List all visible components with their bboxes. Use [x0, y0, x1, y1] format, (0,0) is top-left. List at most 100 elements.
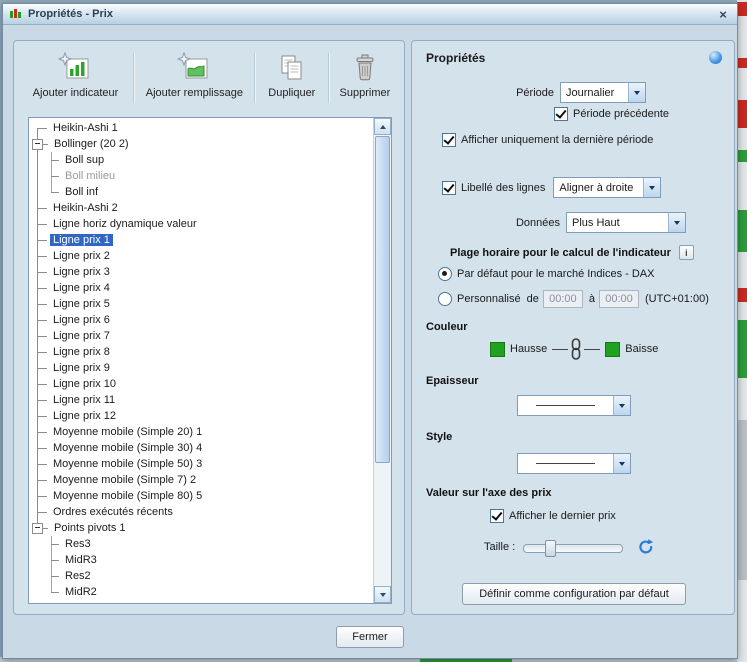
- line-label-checkbox[interactable]: [442, 180, 456, 195]
- tree-item-label: Heikin-Ashi 2: [53, 202, 118, 214]
- tree-item[interactable]: Bollinger (20 2): [29, 136, 373, 152]
- tree-item[interactable]: Heikin-Ashi 2: [29, 200, 373, 216]
- dropdown-button[interactable]: [628, 83, 645, 102]
- period-label: Période: [516, 86, 554, 99]
- line-label-label: Libellé des lignes: [461, 181, 546, 194]
- tree-item[interactable]: MidR2: [29, 584, 373, 600]
- dropdown-button[interactable]: [668, 213, 685, 232]
- dialog-title: Propriétés - Prix: [28, 8, 113, 20]
- tree-item[interactable]: Ligne horiz dynamique valeur: [29, 216, 373, 232]
- tree-scrollbar[interactable]: [373, 118, 391, 603]
- custom-range-row: Personnalisé de à (UTC+01:00): [438, 290, 709, 308]
- up-color-label: Hausse: [510, 343, 548, 355]
- time-from-input[interactable]: [542, 290, 583, 308]
- line-label-dropdown[interactable]: Aligner à droite: [553, 177, 662, 198]
- tree-item-label: Res2: [65, 570, 91, 582]
- help-sphere-icon[interactable]: [709, 51, 722, 64]
- dropdown-button[interactable]: [613, 454, 630, 473]
- info-icon[interactable]: i: [678, 245, 694, 260]
- style-row: [517, 453, 631, 474]
- style-preview: [518, 454, 613, 473]
- style-dropdown[interactable]: [517, 453, 631, 474]
- indicator-toolbar: Ajouter indicateur Ajouter remplissage D…: [18, 49, 400, 113]
- tree-item[interactable]: Ligne prix 5: [29, 296, 373, 312]
- tree-item[interactable]: Moyenne mobile (Simple 30) 4: [29, 440, 373, 456]
- tree-item[interactable]: Moyenne mobile (Simple 80) 5: [29, 488, 373, 504]
- slider-thumb[interactable]: [545, 539, 557, 557]
- tree-item[interactable]: Ligne prix 10: [29, 376, 373, 392]
- add-indicator-button[interactable]: Ajouter indicateur: [18, 49, 133, 111]
- chevron-down-icon: [619, 461, 625, 466]
- scroll-down-button[interactable]: [374, 586, 391, 603]
- collapse-toggle-icon[interactable]: [32, 138, 43, 150]
- tree-item-label: MidR2: [65, 586, 97, 598]
- tree-item[interactable]: Ligne prix 12: [29, 408, 373, 424]
- time-to-input[interactable]: [598, 290, 639, 308]
- tree-item[interactable]: Moyenne mobile (Simple 50) 3: [29, 456, 373, 472]
- arrow-down-icon: [379, 592, 386, 597]
- tree-item[interactable]: Ligne prix 11: [29, 392, 373, 408]
- scrollbar-track[interactable]: [374, 135, 391, 586]
- dropdown-button[interactable]: [643, 178, 661, 197]
- chevron-down-icon: [634, 90, 640, 95]
- tree-item[interactable]: Ligne prix 2: [29, 248, 373, 264]
- tree-item[interactable]: Moyenne mobile (Simple 7) 2: [29, 472, 373, 488]
- slider-track[interactable]: [523, 543, 624, 553]
- down-color-swatch[interactable]: [605, 341, 621, 357]
- scroll-up-button[interactable]: [374, 118, 391, 135]
- tree-item-label: Moyenne mobile (Simple 50) 3: [53, 458, 203, 470]
- tree-item-label: Moyenne mobile (Simple 20) 1: [53, 426, 203, 438]
- default-market-label: Par défaut pour le marché Indices - DAX: [457, 268, 655, 280]
- dropdown-button[interactable]: [613, 396, 630, 415]
- collapse-toggle-icon[interactable]: [32, 522, 43, 534]
- tree-item[interactable]: Ligne prix 7: [29, 328, 373, 344]
- default-market-radio[interactable]: [438, 267, 452, 281]
- utc-label: (UTC+01:00): [644, 293, 709, 305]
- custom-range-radio[interactable]: [438, 292, 452, 306]
- tree-item[interactable]: Boll milieu: [29, 168, 373, 184]
- tree-item[interactable]: Ligne prix 4: [29, 280, 373, 296]
- tree-item[interactable]: Boll inf: [29, 184, 373, 200]
- tree-item[interactable]: Ordres exécutés récents: [29, 504, 373, 520]
- candlestick-chart-icon: [10, 9, 21, 18]
- tree-item[interactable]: Ligne prix 8: [29, 344, 373, 360]
- dialog-titlebar[interactable]: Propriétés - Prix ×: [3, 4, 737, 25]
- tree-item[interactable]: Heikin-Ashi 1: [29, 120, 373, 136]
- set-default-config-button[interactable]: Définir comme configuration par défaut: [462, 583, 686, 605]
- data-dropdown[interactable]: Plus Haut: [566, 212, 686, 233]
- tree-item[interactable]: Moyenne mobile (Simple 20) 1: [29, 424, 373, 440]
- show-last-period-checkbox[interactable]: [442, 133, 456, 147]
- reset-size-button[interactable]: [637, 538, 655, 556]
- properties-panel: Propriétés Période Journalier Période pr…: [411, 40, 735, 615]
- show-last-price-checkbox[interactable]: [490, 509, 504, 523]
- custom-range-label: Personnalisé: [457, 293, 521, 305]
- delete-button[interactable]: Supprimer: [330, 49, 400, 111]
- thickness-row: [517, 395, 631, 416]
- tree-item-label: Ligne prix 12: [53, 410, 116, 422]
- tree-item[interactable]: Points pivots 1: [29, 520, 373, 536]
- tree-item[interactable]: Res2: [29, 568, 373, 584]
- color-row: Hausse Baisse: [490, 338, 658, 360]
- tree-item-label: Ligne prix 10: [53, 378, 116, 390]
- tree-item[interactable]: Boll sup: [29, 152, 373, 168]
- tree-item[interactable]: Ligne prix 9: [29, 360, 373, 376]
- size-slider[interactable]: [523, 539, 624, 557]
- tree-item-label: Ligne prix 1: [50, 234, 113, 246]
- duplicate-button[interactable]: Dupliquer: [256, 49, 328, 111]
- thickness-dropdown[interactable]: [517, 395, 631, 416]
- scrollbar-thumb[interactable]: [375, 136, 390, 463]
- period-dropdown[interactable]: Journalier: [560, 82, 646, 103]
- from-label: de: [526, 293, 539, 305]
- link-colors-icon[interactable]: [569, 338, 583, 360]
- add-fill-button[interactable]: Ajouter remplissage: [135, 49, 254, 111]
- tree-item[interactable]: Res3: [29, 536, 373, 552]
- up-color-swatch[interactable]: [490, 341, 505, 357]
- tree-item[interactable]: Ligne prix 6: [29, 312, 373, 328]
- add-indicator-icon: [58, 51, 92, 85]
- tree-item[interactable]: Ligne prix 3: [29, 264, 373, 280]
- tree-item[interactable]: Ligne prix 1: [29, 232, 373, 248]
- tree-item[interactable]: MidR3: [29, 552, 373, 568]
- previous-period-checkbox[interactable]: [554, 107, 568, 121]
- close-icon[interactable]: ×: [715, 7, 731, 22]
- close-dialog-button[interactable]: Fermer: [336, 626, 404, 648]
